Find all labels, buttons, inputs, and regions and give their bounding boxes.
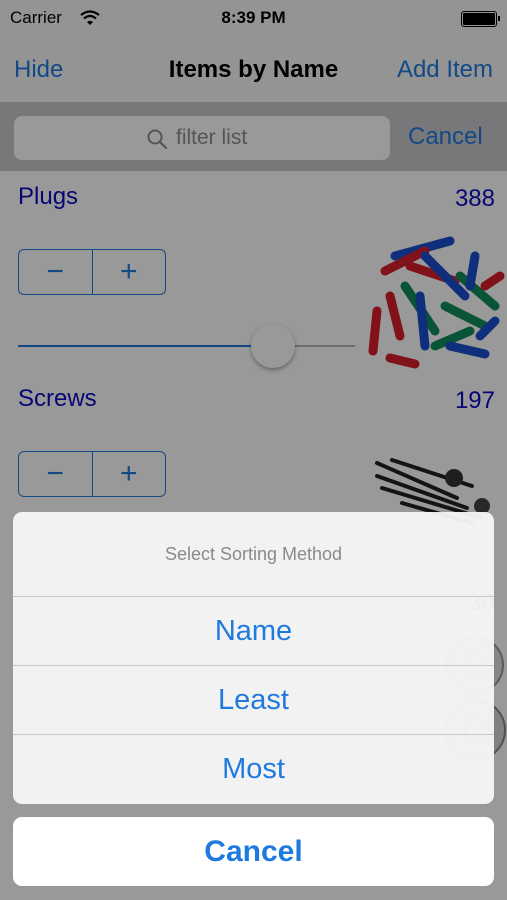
sort-by-name-button[interactable]: Name xyxy=(13,596,494,666)
sort-by-most-button[interactable]: Most xyxy=(13,734,494,804)
action-sheet-title: Select Sorting Method xyxy=(164,543,343,564)
sort-by-least-button[interactable]: Least xyxy=(13,665,494,735)
action-sheet-cancel-button[interactable]: Cancel xyxy=(13,817,494,886)
action-sheet: Select Sorting Method Name Least Most xyxy=(13,512,494,804)
